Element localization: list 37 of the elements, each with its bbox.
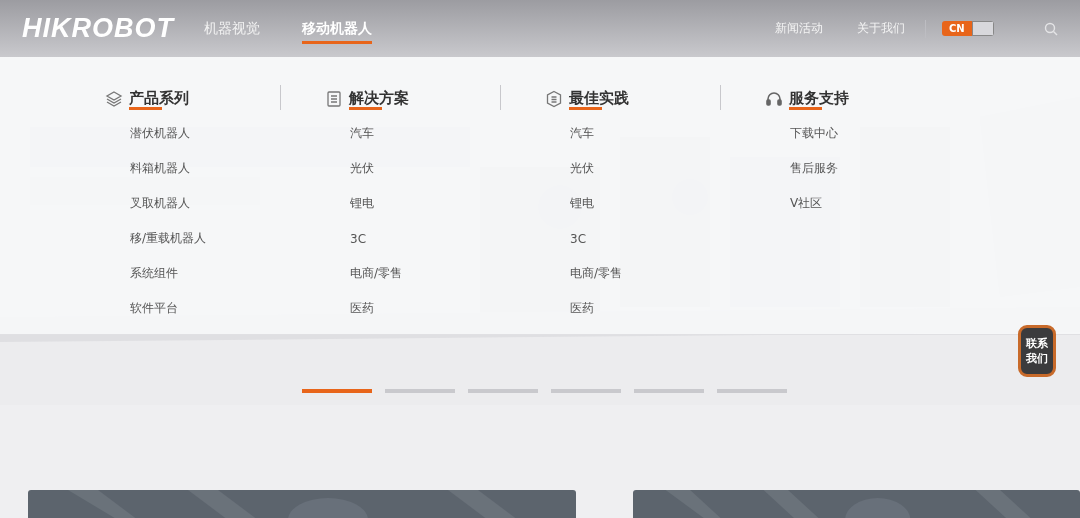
menu-item[interactable]: 3C [570,221,765,256]
menu-item[interactable]: 3C [350,221,545,256]
menu-item[interactable]: 叉取机器人 [130,186,325,221]
menu-item[interactable]: 电商/零售 [350,256,545,291]
menu-item[interactable]: 潜伏机器人 [130,116,325,151]
layers-icon [105,90,123,108]
menu-item[interactable]: 系统组件 [130,256,325,291]
menu-item[interactable]: 下载中心 [790,116,985,151]
menu-item[interactable]: 售后服务 [790,151,985,186]
menu-item[interactable]: 医药 [570,291,765,326]
contact-button[interactable]: 联系 我们 [1018,325,1056,377]
menu-heading[interactable]: 解决方案 [349,88,409,110]
menu-item[interactable]: 锂电 [350,186,545,221]
menu-item[interactable]: 光伏 [350,151,545,186]
carousel-indicator[interactable] [634,389,704,393]
carousel-indicator[interactable] [302,389,372,393]
menu-heading[interactable]: 产品系列 [129,88,189,110]
carousel-indicator[interactable] [468,389,538,393]
carousel-indicator[interactable] [385,389,455,393]
menu-heading[interactable]: 最佳实践 [569,88,629,110]
carousel-indicator[interactable] [551,389,621,393]
carousel-indicator[interactable] [717,389,787,393]
menu-item[interactable]: 移/重载机器人 [130,221,325,256]
menu-item[interactable]: 锂电 [570,186,765,221]
document-icon [325,90,343,108]
menu-item[interactable]: V社区 [790,186,985,221]
menu-item[interactable]: 汽车 [350,116,545,151]
headset-icon [765,90,783,108]
list-hexagon-icon [545,90,563,108]
menu-item[interactable]: 汽车 [570,116,765,151]
menu-heading[interactable]: 服务支持 [789,88,849,110]
search-button[interactable] [1044,21,1058,36]
menu-item[interactable]: 医药 [350,291,545,326]
menu-item[interactable]: 软件平台 [130,291,325,326]
menu-item[interactable]: 电商/零售 [570,256,765,291]
menu-item[interactable]: 光伏 [570,151,765,186]
menu-item[interactable]: 料箱机器人 [130,151,325,186]
